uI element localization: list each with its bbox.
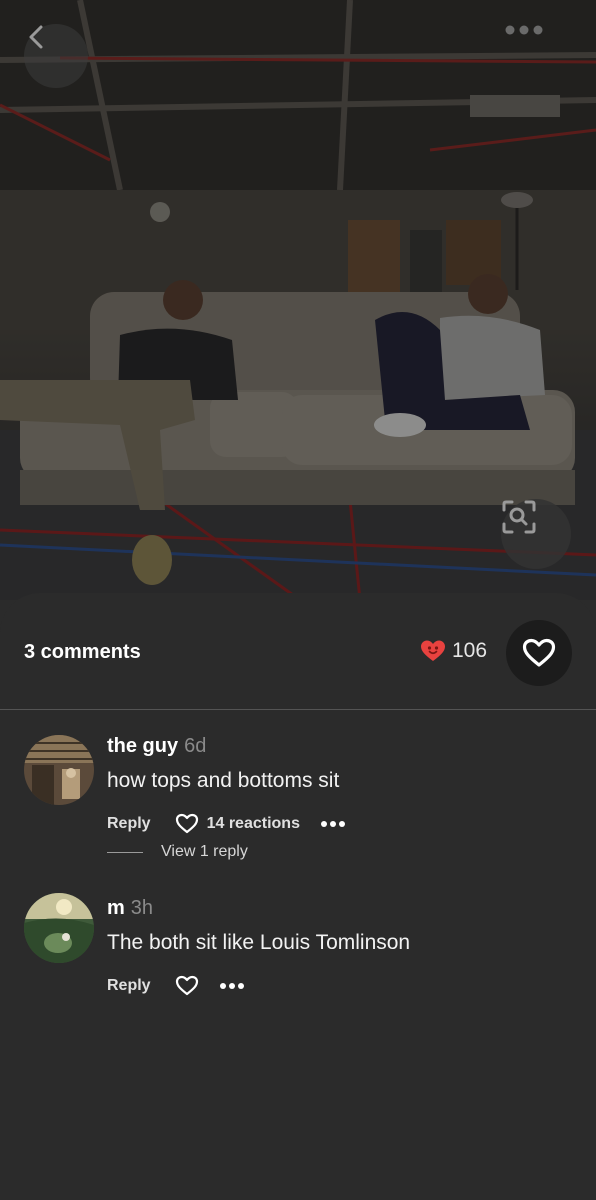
avatar[interactable] <box>24 893 94 963</box>
heart-outline-icon <box>175 813 198 834</box>
react-button[interactable] <box>175 813 199 834</box>
more-horizontal-icon[interactable] <box>320 820 346 828</box>
avatar-image <box>24 735 94 805</box>
thread-line <box>107 851 143 853</box>
visual-search-button[interactable] <box>501 499 571 569</box>
like-pin-button[interactable] <box>506 620 572 686</box>
comment-time: 3h <box>130 897 154 919</box>
comment-text: The both sit like Louis Tomlinson <box>107 931 411 954</box>
more-horizontal-icon[interactable] <box>219 982 245 990</box>
reaction-summary[interactable]: 106 <box>420 639 487 663</box>
comment-actions: Reply <box>107 975 245 996</box>
visual-search-icon <box>502 500 536 534</box>
red-heart-emoji-icon <box>421 640 445 661</box>
comment-author-name[interactable]: m <box>107 897 125 919</box>
reply-button[interactable]: Reply <box>107 977 151 995</box>
comment-time: 6d <box>184 735 207 757</box>
avatar-image <box>24 893 94 963</box>
view-replies-link[interactable]: View 1 reply <box>107 843 248 861</box>
comment-text: how tops and bottoms sit <box>107 769 340 792</box>
heart-outline-icon <box>522 638 556 667</box>
comments-count: 3 comments <box>24 641 141 663</box>
comment-author-name[interactable]: the guy <box>107 735 178 757</box>
comment-author[interactable]: m 3h <box>107 897 153 920</box>
back-button[interactable] <box>24 24 88 88</box>
comment-actions: Reply 14 reactions <box>107 813 346 834</box>
view-replies-label[interactable]: View 1 reply <box>161 843 248 861</box>
reply-button[interactable]: Reply <box>107 815 151 833</box>
react-button[interactable] <box>175 975 199 996</box>
more-horizontal-icon <box>505 25 543 35</box>
more-options-button[interactable] <box>504 24 568 88</box>
avatar[interactable] <box>24 735 94 805</box>
reactions-count[interactable]: 14 reactions <box>207 815 300 833</box>
heart-outline-icon <box>175 975 198 996</box>
chevron-left-icon <box>29 25 43 49</box>
likes-count-value: 106 <box>452 639 488 662</box>
comment-author[interactable]: the guy 6d <box>107 735 206 758</box>
comments-sheet: 3 comments 106 the guy 6d how tops and b… <box>0 593 596 1200</box>
pin-photo[interactable] <box>0 0 596 600</box>
comments-header: 3 comments 106 <box>0 593 596 710</box>
